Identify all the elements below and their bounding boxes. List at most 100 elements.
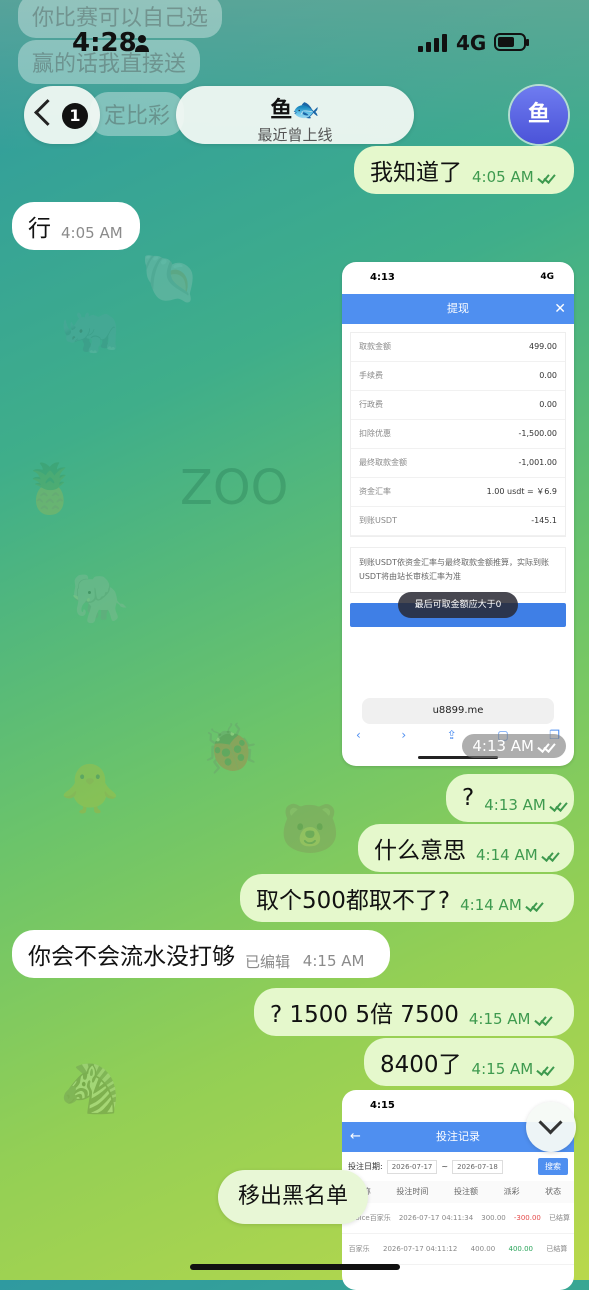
double-check-icon bbox=[538, 172, 556, 182]
row-value: -1,001.00 bbox=[518, 458, 557, 467]
message-text: 8400了 bbox=[380, 1052, 462, 1078]
withdraw-row: 扣除优惠 -1,500.00 bbox=[351, 420, 565, 449]
message-text: 我知道了 bbox=[370, 160, 462, 186]
message-bubble[interactable]: 取个500都取不了? 4:14 AM bbox=[240, 874, 574, 922]
withdraw-row: 到账USDT -145.1 bbox=[351, 507, 565, 536]
avatar[interactable]: 鱼 bbox=[510, 86, 568, 144]
message-bubble[interactable]: 我知道了 4:05 AM bbox=[354, 146, 574, 194]
message-bubble[interactable]: 行 4:05 AM bbox=[12, 202, 140, 250]
double-check-icon bbox=[550, 800, 568, 810]
message-meta: 4:15 AM bbox=[472, 1060, 556, 1078]
cell: 2026-07-17 04:11:12 bbox=[382, 1245, 458, 1253]
row-value: 0.00 bbox=[539, 400, 557, 409]
cell: 百家乐 bbox=[348, 1245, 370, 1253]
message-time: 4:05 AM bbox=[472, 168, 534, 186]
table-row: Choice百家乐 2026-07-17 04:11:34 300.00 -30… bbox=[342, 1203, 574, 1234]
row-label: 行政费 bbox=[359, 400, 383, 409]
message-time: 4:14 AM bbox=[476, 846, 538, 864]
message-bubble[interactable]: 什么意思 4:14 AM bbox=[358, 824, 574, 872]
double-check-icon bbox=[537, 1064, 555, 1074]
row-label: 扣除优惠 bbox=[359, 429, 391, 438]
forward-icon: › bbox=[401, 728, 407, 742]
table-header: 名称 投注时间 投注额 派彩 状态 bbox=[342, 1181, 574, 1203]
message-time: 4:15 AM bbox=[468, 1010, 531, 1028]
signal-icon bbox=[418, 34, 447, 52]
ghost-message: 定比彩 bbox=[90, 92, 185, 136]
chevron-down-icon bbox=[538, 1110, 563, 1135]
battery-icon bbox=[494, 33, 529, 51]
table-row: 百家乐 2026-07-17 04:11:12 400.00 400.00 已结… bbox=[342, 1234, 574, 1265]
date-label: 投注日期: bbox=[348, 1162, 383, 1171]
home-indicator bbox=[190, 1264, 400, 1270]
date-separator: ~ bbox=[441, 1162, 449, 1171]
message-time: 4:05 AM bbox=[61, 224, 123, 242]
edited-label: 已编辑 bbox=[245, 952, 291, 971]
column-header: 状态 bbox=[545, 1187, 562, 1196]
screenshot-time: 4:13 bbox=[370, 272, 395, 283]
column-header: 投注额 bbox=[453, 1187, 478, 1196]
scroll-to-bottom-button[interactable] bbox=[526, 1102, 576, 1152]
cell: -300.00 bbox=[513, 1214, 541, 1222]
arrow-left-icon: ← bbox=[350, 1129, 361, 1144]
message-time: 4:15 AM bbox=[302, 952, 365, 970]
screenshot-time: 4:15 bbox=[370, 1100, 395, 1111]
withdraw-row: 手续费 0.00 bbox=[351, 362, 565, 391]
withdraw-note: 到账USDT依资金汇率与最终取款金额推算，实际到账USDT将由站长审核汇率为准 bbox=[350, 547, 566, 593]
message-bubble[interactable]: ? 4:13 AM bbox=[446, 774, 574, 822]
message-meta: 4:05 AM bbox=[61, 224, 123, 242]
message-text: ? bbox=[462, 785, 475, 811]
double-check-icon bbox=[542, 850, 560, 860]
withdraw-row: 资金汇率 1.00 usdt = ￥6.9 bbox=[351, 478, 565, 507]
row-value: -145.1 bbox=[531, 516, 557, 525]
status-time: 4:28 bbox=[72, 28, 137, 58]
withdraw-screenshot[interactable]: 4:13 4G 提现 ✕ 取款金额 499.00 手续费 0.00 行政费 0.00 … bbox=[342, 262, 574, 766]
close-icon: ✕ bbox=[554, 301, 566, 317]
back-icon: ‹ bbox=[356, 728, 361, 742]
message-text: 行 bbox=[28, 216, 51, 242]
message-bubble[interactable]: 你会不会流水没打够 已编辑 4:15 AM bbox=[12, 930, 390, 978]
unblock-button[interactable]: 移出黑名单 bbox=[218, 1170, 368, 1224]
column-header: 派彩 bbox=[503, 1187, 520, 1196]
message-meta: 4:14 AM bbox=[460, 896, 544, 914]
message-meta: 4:05 AM bbox=[472, 168, 556, 186]
message-text: ? 1500 5倍 7500 bbox=[270, 1002, 459, 1028]
message-text: 你会不会流水没打够 bbox=[28, 944, 235, 970]
double-check-icon bbox=[538, 741, 556, 751]
message-meta: 4:14 AM bbox=[476, 846, 560, 864]
message-meta: 4:13 AM bbox=[462, 734, 566, 758]
search-button: 搜索 bbox=[538, 1158, 568, 1175]
contact-name-line: 鱼🐟 bbox=[176, 92, 414, 124]
column-header: 投注时间 bbox=[396, 1187, 429, 1196]
message-bubble[interactable]: ? 1500 5倍 7500 4:15 AM bbox=[254, 988, 574, 1036]
row-label: 取款金额 bbox=[359, 342, 391, 351]
bet-record-title: 投注记录 bbox=[436, 1130, 480, 1143]
message-time: 4:15 AM bbox=[471, 1060, 534, 1078]
chevron-left-icon bbox=[34, 99, 61, 126]
cell: 400.00 bbox=[470, 1245, 496, 1253]
fish-emoji: 🐟 bbox=[292, 98, 320, 123]
message-bubble[interactable]: 8400了 4:15 AM bbox=[364, 1038, 574, 1086]
withdraw-title-bar: 提现 ✕ bbox=[342, 294, 574, 324]
withdraw-row: 行政费 0.00 bbox=[351, 391, 565, 420]
message-meta: 4:15 AM bbox=[469, 1010, 553, 1028]
contact-name: 鱼 bbox=[270, 98, 293, 123]
message-time: 4:13 AM bbox=[472, 737, 534, 755]
share-icon: ⇪ bbox=[446, 728, 457, 742]
back-button[interactable]: 1 bbox=[24, 86, 100, 144]
cell: 已结算 bbox=[546, 1245, 568, 1253]
row-label: 最终取款金额 bbox=[359, 458, 407, 467]
error-toast: 最后可取金额应大于0 bbox=[398, 592, 518, 618]
withdraw-title: 提现 bbox=[447, 302, 469, 315]
message-time: 4:13 AM bbox=[484, 796, 546, 814]
date-to: 2026-07-18 bbox=[452, 1159, 503, 1174]
row-value: 1.00 usdt = ￥6.9 bbox=[486, 487, 557, 496]
row-value: 499.00 bbox=[529, 342, 557, 351]
status-bar: 4:28 4G bbox=[0, 0, 589, 86]
row-value: 0.00 bbox=[539, 371, 557, 380]
cell: 400.00 bbox=[508, 1245, 534, 1253]
row-value: -1,500.00 bbox=[518, 429, 557, 438]
cell: 2026-07-17 04:11:34 bbox=[398, 1214, 474, 1222]
withdraw-rows: 取款金额 499.00 手续费 0.00 行政费 0.00 扣除优惠 -1,500.00… bbox=[350, 332, 566, 537]
chat-header[interactable]: 鱼🐟 最近曾上线 bbox=[176, 86, 414, 144]
message-text: 取个500都取不了? bbox=[256, 888, 451, 914]
